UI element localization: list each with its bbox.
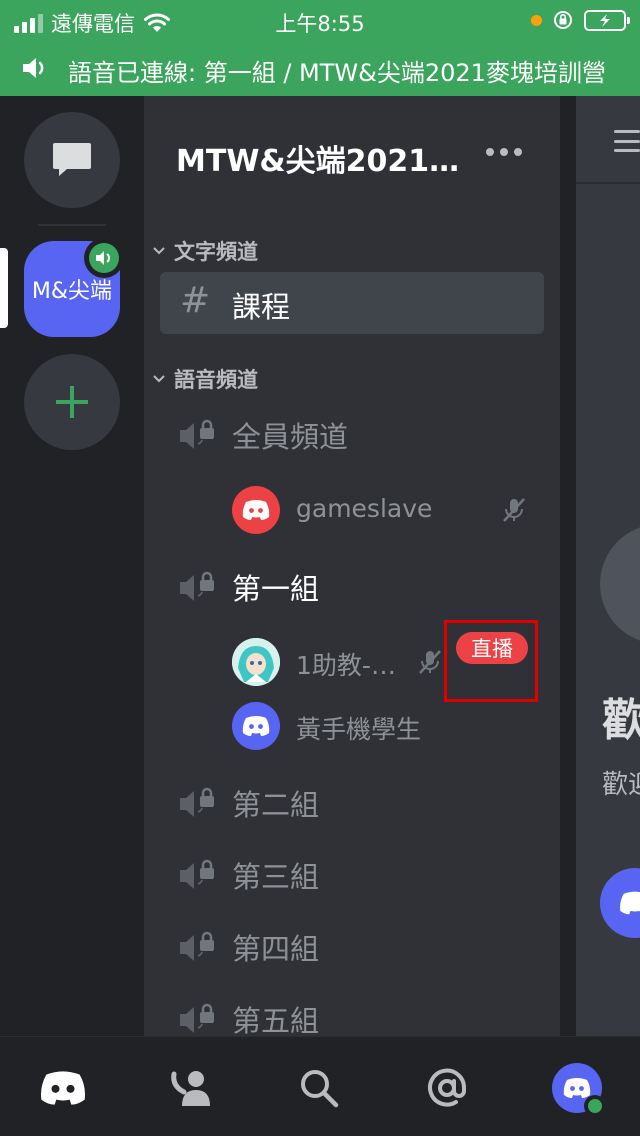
chat-header: [576, 96, 640, 184]
channel-name: 課程: [232, 290, 291, 324]
mention-icon: [428, 1068, 467, 1107]
text-channel-item[interactable]: # 課程: [160, 272, 544, 334]
guild-name[interactable]: MTW&尖端2021麥塊培訓營: [176, 136, 476, 180]
locked-speaker-icon: [180, 419, 214, 449]
locked-speaker-icon: [180, 931, 214, 961]
chat-bubble-icon: [53, 143, 91, 176]
discord-logo-icon: [600, 868, 640, 938]
status-bar: 遠傳電信 上午8:55: [0, 0, 640, 40]
discord-logo-icon: [242, 500, 270, 520]
voice-channel-item[interactable]: 第四組: [160, 918, 544, 974]
voice-channel-item[interactable]: 第二組: [160, 774, 544, 830]
avatar: [232, 702, 280, 750]
friends-tab[interactable]: [164, 1061, 218, 1115]
welcome-title: 歡: [602, 695, 640, 746]
member-name: 黃手機學生: [296, 715, 422, 744]
rail-divider: [38, 224, 106, 226]
voice-channel-item[interactable]: 第三組: [160, 846, 544, 902]
more-options-icon[interactable]: [484, 140, 524, 164]
add-server-button[interactable]: [24, 354, 120, 450]
chevron-down-icon: [153, 247, 165, 255]
speaker-icon: [23, 58, 44, 78]
avatar: [232, 638, 280, 686]
friends-icon: [171, 1071, 210, 1106]
category-label: 語音頻道: [174, 368, 258, 392]
hamburger-icon[interactable]: [614, 130, 640, 152]
server-abbr: M&尖端: [31, 279, 113, 304]
discord-home-icon: [41, 1071, 85, 1105]
selected-server-indicator: [0, 248, 8, 328]
voice-channel-name: 第二組: [232, 788, 320, 822]
category-label: 文字頻道: [174, 240, 258, 264]
bottom-navigation: [0, 1036, 640, 1136]
welcome-channel-icon: [600, 524, 640, 644]
voice-channel-name: 第一組: [232, 572, 320, 606]
voice-channel-item-active[interactable]: 第一組: [160, 558, 544, 614]
voice-channel-name: 第四組: [232, 932, 320, 966]
profile-avatar: [552, 1063, 606, 1117]
status-right: [531, 9, 630, 31]
welcome-subtitle: 歡迎: [602, 770, 640, 800]
online-status-dot: [584, 1095, 606, 1117]
discord-logo-icon: [563, 1078, 591, 1098]
member-name: 1助教-小林: [296, 651, 406, 680]
mentions-tab[interactable]: [420, 1061, 474, 1115]
discord-logo-icon: [242, 716, 270, 736]
mic-muted-icon: [419, 650, 441, 674]
rotation-lock-icon: [554, 11, 572, 29]
speaker-icon: [96, 251, 110, 265]
highlight-box: [444, 620, 538, 702]
category-text-channels[interactable]: 文字頻道: [152, 236, 258, 266]
profile-tab[interactable]: [550, 1061, 606, 1117]
category-voice-channels[interactable]: 語音頻道: [152, 364, 258, 394]
voice-channel-name: 全員頻道: [232, 420, 349, 454]
voice-channel-name: 第五組: [232, 1004, 320, 1038]
home-tab[interactable]: [36, 1061, 90, 1115]
avatar: [232, 486, 280, 534]
anime-avatar-icon: [232, 638, 280, 686]
server-rail: M&尖端: [0, 96, 144, 1036]
battery-icon: [584, 9, 630, 31]
search-tab[interactable]: [292, 1061, 346, 1115]
voice-member-item[interactable]: gameslave: [232, 482, 542, 538]
direct-messages-button[interactable]: [24, 112, 120, 208]
locked-speaker-icon: [180, 787, 214, 817]
plus-icon: [56, 386, 88, 418]
locked-speaker-icon: [180, 859, 214, 889]
panel-divider: [560, 96, 576, 1036]
voice-member-item[interactable]: 黃手機學生: [232, 698, 542, 754]
locked-speaker-icon: [180, 571, 214, 601]
channel-list-panel: MTW&尖端2021麥塊培訓營 文字頻道 # 課程 語音頻道 全員頻道 game: [144, 96, 560, 1038]
hash-icon: #: [180, 280, 211, 321]
mic-muted-icon: [503, 498, 525, 522]
search-icon: [301, 1070, 339, 1108]
voice-connected-banner[interactable]: 語音已連線: 第一組 / MTW&尖端2021麥塊培訓營: [0, 40, 640, 96]
voice-banner-text: 語音已連線: 第一組 / MTW&尖端2021麥塊培訓營: [68, 59, 606, 87]
chevron-down-icon: [153, 375, 165, 383]
voice-channel-name: 第三組: [232, 860, 320, 894]
chat-area-peek[interactable]: 歡 歡迎: [576, 96, 640, 1036]
voice-channel-item[interactable]: 全員頻道: [160, 406, 544, 462]
locked-speaker-icon: [180, 1003, 214, 1033]
discord-app: { "status_bar": { "carrier": "遠傳電信", "ti…: [0, 0, 640, 1136]
server-voice-badge: [84, 238, 124, 278]
member-name: gameslave: [296, 494, 433, 523]
mic-in-use-dot: [531, 14, 542, 26]
